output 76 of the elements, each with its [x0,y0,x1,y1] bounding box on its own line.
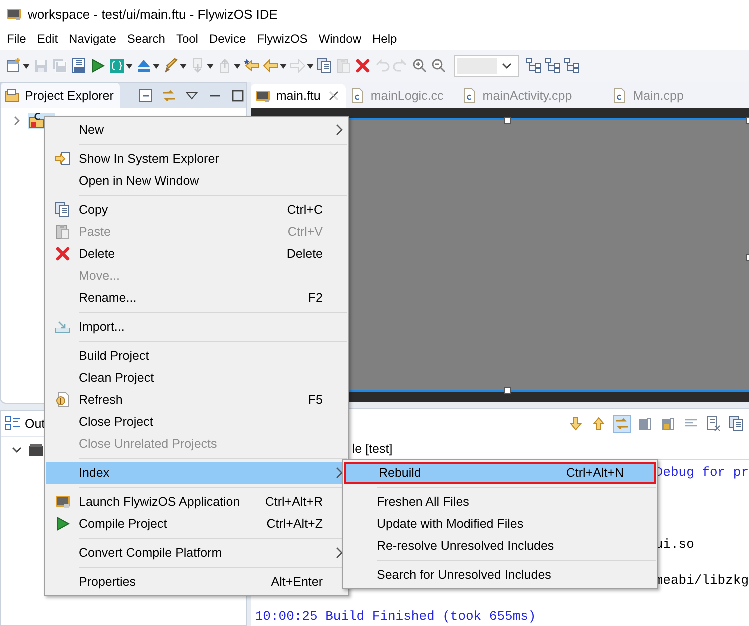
menu-item[interactable]: Re-resolve Unresolved Includes [344,535,656,557]
copy-icon [54,202,70,218]
tree-layout-icon[interactable] [526,58,542,74]
dropdown-caret-icon[interactable] [180,64,187,68]
paste-icon [54,224,70,240]
tree-layout-icon[interactable] [545,58,561,74]
box-icon [28,442,44,458]
back-arrow-icon[interactable] [244,58,260,74]
editor-tab[interactable]: main.ftu [251,84,346,108]
menu-item[interactable]: New [46,119,347,141]
screen-file-icon [255,88,272,104]
run-icon[interactable] [90,58,106,74]
dropdown-caret-icon[interactable] [126,64,133,68]
eject-icon[interactable] [136,58,152,74]
menu-item[interactable]: File [2,32,32,46]
window-title: workspace - test/ui/main.ftu - FlywizOS IDE [28,6,278,22]
menu-item[interactable]: Tool [171,32,204,46]
menu-item[interactable]: Show In System Explorer [46,148,347,170]
dropdown-caret-icon[interactable] [153,64,160,68]
menu-item[interactable]: Device [204,32,252,46]
menu-item[interactable]: FlywizOS [252,32,314,46]
resize-handle[interactable] [504,117,512,124]
source-file-icon [350,88,366,104]
maximize-icon[interactable] [230,88,246,104]
menu-item[interactable]: Freshen All Files [344,491,656,513]
menu-item[interactable]: Build Project [46,345,347,367]
panel-tab[interactable]: Project Explorer [1,83,120,108]
outline-icon [5,416,21,432]
monitor-icon [54,494,70,510]
show-in-explorer-icon [54,151,70,167]
menu-item[interactable]: Edit [32,32,64,46]
tab-label: Project Explorer [25,88,114,102]
console-line: 10:00:25 Build Finished (took 655ms) [255,609,536,624]
dropdown-caret-icon[interactable] [280,64,287,68]
collapse-all-icon[interactable] [138,88,154,104]
dropdown-caret-icon[interactable] [23,64,30,68]
menu-item[interactable]: Search for Unresolved Includes [344,564,656,586]
new-window-icon[interactable] [6,58,22,74]
copy-icon[interactable] [317,58,333,74]
menu-item[interactable]: Delete Delete [46,243,347,265]
folder-icon [5,88,21,104]
play-icon [54,516,70,532]
import-icon [54,319,70,335]
menu-item[interactable]: Window [314,32,368,46]
menu-item[interactable]: Rebuild Ctrl+Alt+N [344,462,656,484]
tab-label: Main.cpp [633,89,684,103]
menu-item[interactable]: Open in New Window [46,170,347,192]
menu-item[interactable]: Search [122,32,172,46]
up-arrow-icon[interactable] [591,416,607,432]
menu-item[interactable]: Import... [46,316,347,338]
tab-label: main.ftu [276,89,321,103]
menu-item[interactable]: Clean Project [46,367,347,389]
delete-icon[interactable] [355,58,371,74]
tree-layout-icon[interactable] [564,58,580,74]
app-icon [6,6,22,22]
project-icon[interactable] [29,113,45,129]
menu-item[interactable]: Help [368,32,404,46]
zoom-out-icon[interactable] [431,58,447,74]
tab-label: Out [25,416,46,430]
brush-icon[interactable] [163,58,179,74]
menu-item[interactable]: Rename... F2 [46,287,347,309]
zoom-in-icon[interactable] [412,58,428,74]
menu-item[interactable]: Refresh F5 [46,389,347,411]
clear-console-icon[interactable] [706,416,722,432]
source-file-icon [462,88,478,104]
delete-icon [54,246,70,262]
menu-item[interactable]: Copy Ctrl+C [46,199,347,221]
resize-handle[interactable] [504,387,512,394]
menu-item[interactable]: Update with Modified Files [344,513,656,535]
menu-item[interactable]: Navigate [64,32,122,46]
down-arrow-icon[interactable] [568,416,584,432]
tab-label: mainActivity.cpp [482,89,572,103]
source-file-icon [612,88,628,104]
console-line: meabi/libzkg [655,573,749,588]
console-title: le [test] [352,442,393,456]
tab-label: mainLogic.cc [370,89,444,103]
